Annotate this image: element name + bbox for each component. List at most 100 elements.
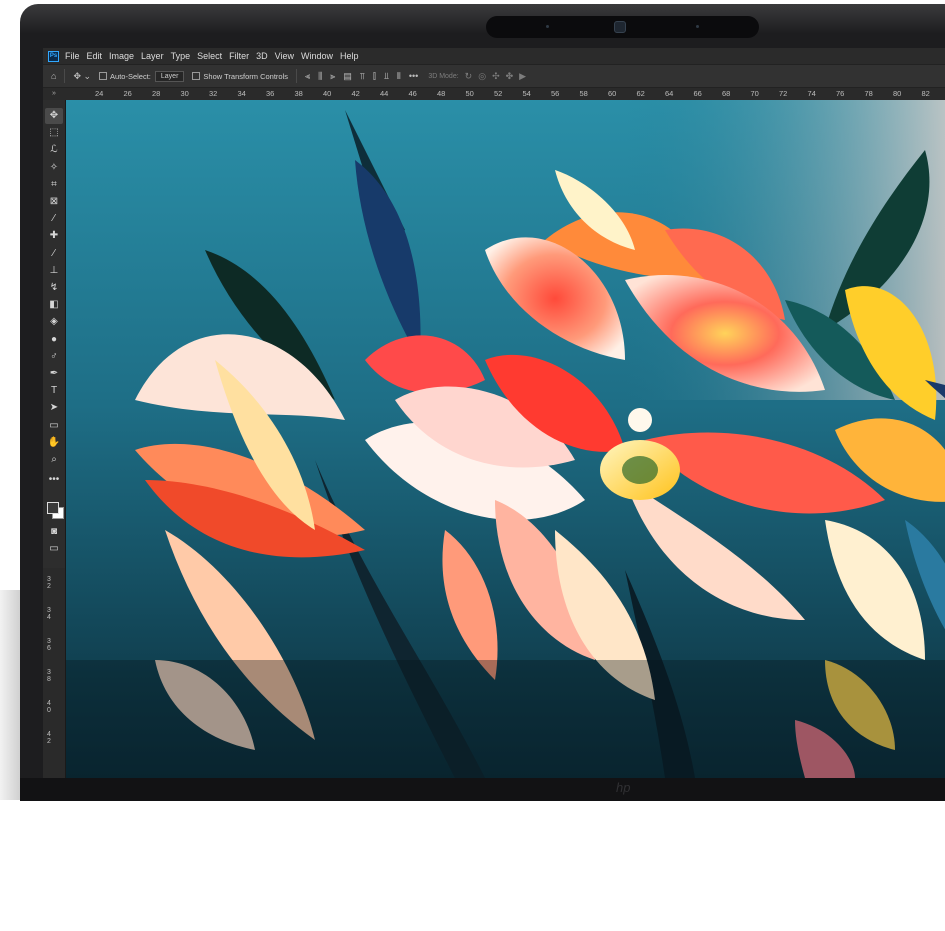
ruler-tick-label: 54 — [522, 89, 531, 98]
show-transform-label: Show Transform Controls — [203, 71, 289, 81]
more-options-icon[interactable]: ••• — [409, 71, 418, 81]
ruler-tick-label: 4 0 — [47, 700, 51, 714]
ruler-tick-label: 3 8 — [47, 669, 51, 683]
hp-logo: hp — [616, 780, 631, 795]
laptop-edge-shadow — [0, 590, 20, 800]
ruler-tick-label: 48 — [437, 89, 446, 98]
distribute-vertical-icon[interactable]: ⦀ — [397, 71, 401, 82]
lasso-tool-icon[interactable]: ℒ — [45, 142, 63, 158]
menu-layer[interactable]: Layer — [141, 51, 164, 61]
ruler-tick-label: 36 — [266, 89, 275, 98]
ruler-tick-label: 3 4 — [47, 607, 51, 621]
screen-bottom-bezel — [20, 778, 945, 801]
3d-orbit-icon[interactable]: ↻ — [465, 71, 473, 82]
menu-filter[interactable]: Filter — [229, 51, 249, 61]
auto-select-dropdown[interactable]: Layer — [154, 70, 185, 82]
menu-window[interactable]: Window — [301, 51, 333, 61]
auto-select-label: Auto-Select: — [110, 71, 151, 81]
screen-mode-icon[interactable]: ▭ — [45, 541, 63, 557]
ruler-tick-label: 80 — [893, 89, 902, 98]
crop-tool-icon[interactable]: ⌗ — [45, 177, 63, 193]
rectangle-tool-icon[interactable]: ▭ — [45, 418, 63, 434]
healing-tool-icon[interactable]: ✚ — [45, 228, 63, 244]
history-brush-tool-icon[interactable]: ↯ — [45, 280, 63, 296]
sensor-dot — [696, 25, 699, 28]
ruler-tick-label: 60 — [608, 89, 617, 98]
align-bottom-icon[interactable]: ⫫ — [384, 71, 389, 82]
ruler-tick-label: 40 — [323, 89, 332, 98]
ruler-tick-label: 70 — [750, 89, 759, 98]
quick-mask-icon[interactable]: ◙ — [45, 524, 63, 540]
ruler-tick-label: 38 — [294, 89, 303, 98]
menu-image[interactable]: Image — [109, 51, 134, 61]
ruler-tick-label: 72 — [779, 89, 788, 98]
blur-tool-icon[interactable]: ● — [45, 332, 63, 348]
ruler-tick-label: 76 — [836, 89, 845, 98]
menu-file[interactable]: File — [65, 51, 80, 61]
dodge-tool-icon[interactable]: ♂ — [45, 349, 63, 365]
align-middle-icon[interactable]: ⫿ — [373, 71, 376, 82]
eyedropper-tool-icon[interactable]: ⁄ — [45, 211, 63, 227]
camera-notch — [486, 16, 759, 38]
path-select-tool-icon[interactable]: ➤ — [45, 400, 63, 416]
pen-tool-icon[interactable]: ✒ — [45, 366, 63, 382]
ruler-tick-label: 52 — [494, 89, 503, 98]
menu-edit[interactable]: Edit — [87, 51, 103, 61]
document-canvas[interactable] — [65, 100, 945, 778]
eraser-tool-icon[interactable]: ◧ — [45, 297, 63, 313]
zoom-tool-icon[interactable]: ⌕ — [45, 452, 63, 468]
type-tool-icon[interactable]: T — [45, 383, 63, 399]
divider — [296, 69, 298, 83]
home-icon[interactable]: ⌂ — [51, 71, 56, 81]
hand-tool-icon[interactable]: ✋ — [45, 435, 63, 451]
align-center-icon[interactable]: ⫼ — [318, 71, 322, 82]
3d-mode-label: 3D Mode: — [428, 72, 459, 80]
align-left-icon[interactable]: ⫷ — [305, 71, 310, 82]
distribute-icon[interactable]: ▤ — [343, 71, 352, 82]
ruler-tick-label: 56 — [551, 89, 560, 98]
sensor-dot — [546, 25, 549, 28]
stamp-tool-icon[interactable]: ⊥ — [45, 263, 63, 279]
marquee-tool-icon[interactable]: ⬚ — [45, 125, 63, 141]
ruler-tick-label: 24 — [95, 89, 104, 98]
magic-wand-tool-icon[interactable]: ✧ — [45, 160, 63, 176]
ruler-tick-label: 4 2 — [47, 731, 51, 745]
foreground-color-swatch[interactable] — [47, 502, 59, 514]
edit-toolbar-icon[interactable]: ••• — [45, 472, 63, 488]
brush-tool-icon[interactable]: ∕ — [45, 246, 63, 262]
move-tool-icon[interactable]: ✥ — [45, 108, 63, 124]
ruler-tick-label: 3 6 — [47, 638, 51, 652]
ruler-tick-label: 34 — [237, 89, 246, 98]
ruler-tick-label: 3 2 — [47, 576, 51, 590]
ruler-tick-label: 82 — [921, 89, 930, 98]
3d-camera-icon[interactable]: ▶ — [519, 71, 526, 82]
ruler-tick-label: 26 — [123, 89, 132, 98]
align-right-icon[interactable]: ⫸ — [330, 71, 335, 82]
show-transform-checkbox[interactable] — [192, 72, 201, 80]
menu-view[interactable]: View — [275, 51, 294, 61]
laptop-frame: Ps File Edit Image Layer Type Select Fil… — [20, 4, 945, 801]
ruler-tick-label: 62 — [636, 89, 645, 98]
ruler-tick-label: 44 — [380, 89, 389, 98]
ruler-tick-label: 30 — [180, 89, 189, 98]
auto-select-option[interactable]: Auto-Select: Layer — [99, 70, 185, 82]
menu-type[interactable]: Type — [171, 51, 191, 61]
auto-select-checkbox[interactable] — [99, 72, 108, 80]
3d-drag-icon[interactable]: ✣ — [492, 71, 500, 82]
3d-roll-icon[interactable]: ◎ — [478, 71, 486, 82]
ruler-tick-label: 68 — [722, 89, 731, 98]
menu-3d[interactable]: 3D — [256, 51, 268, 61]
photoshop-logo-icon: Ps — [48, 50, 59, 62]
frame-tool-icon[interactable]: ⊠ — [45, 194, 63, 210]
menu-help[interactable]: Help — [340, 51, 359, 61]
vertical-ruler[interactable]: 3 2 3 4 3 6 3 8 4 0 4 2 — [43, 568, 65, 778]
align-top-icon[interactable]: ⫪ — [360, 71, 365, 82]
3d-slide-icon[interactable]: ✤ — [506, 71, 514, 82]
move-tool-preset-icon[interactable]: ✥ ⌄ — [73, 71, 91, 82]
ruler-tick-label: 64 — [665, 89, 674, 98]
bucket-tool-icon[interactable]: ◈ — [45, 314, 63, 330]
menu-select[interactable]: Select — [197, 51, 222, 61]
ruler-tick-label: 74 — [807, 89, 816, 98]
panel-collapse-icon[interactable]: » — [43, 88, 65, 100]
show-transform-option[interactable]: Show Transform Controls — [192, 72, 288, 81]
